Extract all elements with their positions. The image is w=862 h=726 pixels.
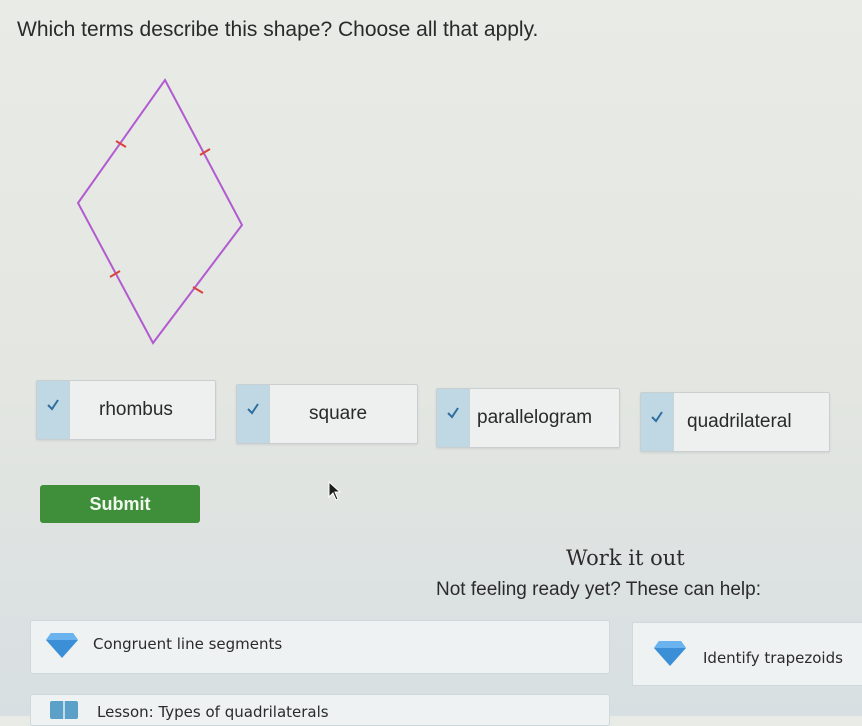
help-link-lesson-types-of-quadrilaterals[interactable]: Lesson: Types of quadrilaterals: [30, 694, 610, 726]
checkbox[interactable]: [37, 381, 70, 439]
check-icon: [651, 411, 663, 423]
help-link-label: Lesson: Types of quadrilaterals: [97, 703, 329, 721]
check-icon: [47, 399, 59, 411]
checkbox[interactable]: [437, 389, 470, 447]
lesson-book-icon: [50, 701, 78, 719]
rhombus-shape: [76, 78, 244, 345]
question-prompt: Which terms describe this shape? Choose …: [17, 18, 539, 41]
checkbox[interactable]: [641, 393, 674, 451]
work-it-out-subtitle: Not feeling ready yet? These can help:: [436, 579, 761, 600]
choice-label: parallelogram: [477, 407, 593, 428]
submit-button[interactable]: Submit: [40, 485, 200, 523]
tick-mark: [192, 286, 204, 294]
choice-quadrilateral[interactable]: quadrilateral: [640, 392, 830, 452]
help-link-identify-trapezoids[interactable]: Identify trapezoids: [632, 622, 862, 686]
mouse-cursor-icon: [328, 481, 342, 501]
help-link-label: Identify trapezoids: [703, 649, 843, 667]
check-icon: [247, 403, 259, 415]
work-it-out-heading: Work it out: [566, 546, 685, 570]
choice-label: square: [309, 403, 368, 424]
choice-square[interactable]: square: [236, 384, 418, 444]
diamond-gem-icon: [654, 641, 686, 666]
choice-label: rhombus: [99, 399, 173, 420]
check-icon: [447, 407, 459, 419]
choice-rhombus[interactable]: rhombus: [36, 380, 216, 440]
help-link-label: Congruent line segments: [93, 635, 283, 653]
help-link-congruent-line-segments[interactable]: Congruent line segments: [30, 620, 610, 674]
choice-parallelogram[interactable]: parallelogram: [436, 388, 620, 448]
choice-label: quadrilateral: [687, 411, 792, 432]
diamond-gem-icon: [46, 633, 78, 658]
checkbox[interactable]: [237, 385, 270, 443]
